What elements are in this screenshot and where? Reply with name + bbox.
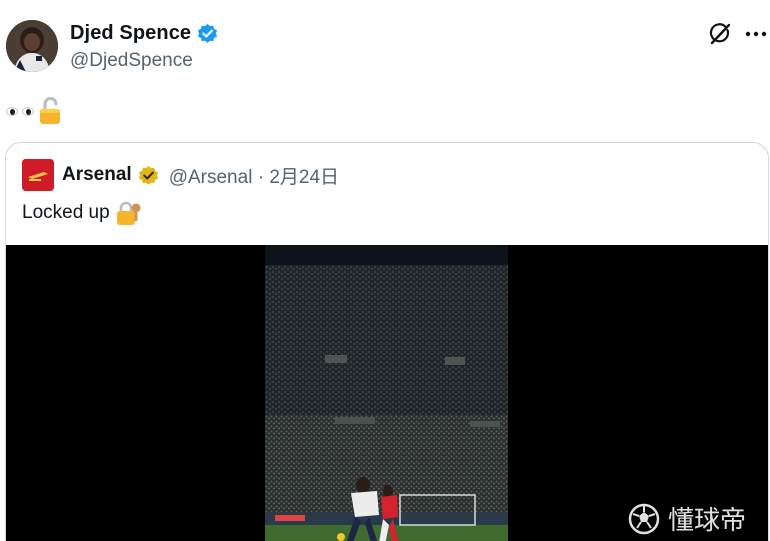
grok-icon[interactable] — [708, 22, 732, 46]
quote-text: Locked up — [22, 200, 142, 226]
author-avatar[interactable] — [6, 20, 58, 72]
football-icon — [628, 503, 660, 534]
unlocked-emoji — [40, 97, 60, 124]
post-text — [6, 97, 62, 125]
video-frame[interactable] — [265, 245, 508, 541]
meta-separator: · — [257, 166, 265, 188]
author-handle[interactable]: @DjedSpence — [70, 50, 193, 72]
verified-org-badge-icon — [138, 165, 158, 185]
quoted-tweet[interactable]: Arsenal @Arsenal · 2月24日 Locked up 懂球帝 — [5, 142, 769, 541]
locked-with-key-emoji — [116, 201, 141, 225]
eyes-emoji — [6, 106, 34, 116]
stadium-scene — [265, 245, 508, 541]
tweet: Djed Spence @DjedSpence Arsenal @Arsenal… — [0, 0, 770, 541]
quote-date[interactable]: 2月24日 — [269, 167, 339, 188]
quote-display-name[interactable]: Arsenal — [62, 164, 132, 186]
watermark-text: 懂球帝 — [668, 506, 747, 536]
quote-handle[interactable]: @Arsenal — [169, 167, 253, 188]
video-player[interactable]: 懂球帝 — [6, 245, 768, 541]
author-display-name[interactable]: Djed Spence — [70, 22, 191, 45]
quote-text-body: Locked up — [22, 202, 110, 223]
more-options-icon[interactable] — [745, 30, 767, 38]
verified-badge-icon — [198, 23, 218, 43]
watermark: 懂球帝 — [628, 500, 746, 537]
quote-avatar[interactable] — [22, 159, 54, 191]
